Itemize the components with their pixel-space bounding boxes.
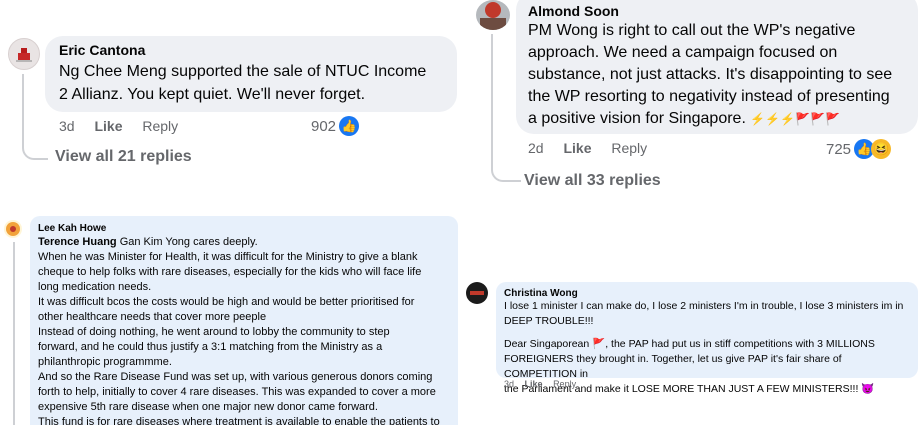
comment-line: cheque to help folks with rare diseases,… — [38, 266, 422, 278]
avatar[interactable] — [8, 38, 40, 70]
comment-line: DEEP TROUBLE!!! — [504, 315, 594, 327]
emoji-run: ⚡⚡⚡🚩🚩🚩 — [750, 112, 841, 126]
comment-time[interactable]: 3d — [59, 118, 75, 134]
comment-line: Instead of doing nothing, he went around… — [38, 326, 390, 338]
comment-author[interactable]: Christina Wong — [504, 288, 578, 299]
like-button[interactable]: Like — [563, 140, 591, 156]
reaction-count-value: 902 — [311, 117, 337, 135]
comment-text-line-5-row: a positive vision for Singapore. ⚡⚡⚡🚩🚩🚩 — [528, 110, 840, 128]
comment-text-line-1: PM Wong is right to call out the WP's ne… — [528, 22, 856, 39]
comment-author[interactable]: Lee Kah Howe — [38, 221, 106, 236]
comment-text-line-1: Ng Chee Meng supported the sale of NTUC … — [59, 63, 427, 80]
comment-actions: 3d Like Reply — [504, 379, 592, 389]
comment-text-line-2: 2 Allianz. You kept quiet. We'll never f… — [59, 86, 366, 103]
avatar-icon — [16, 48, 32, 62]
reaction-count[interactable]: 902 👍 — [311, 116, 360, 136]
comment-text-line-5: a positive vision for Singapore. — [528, 110, 746, 127]
comment-line: forth to help, initially to cover 4 rare… — [38, 386, 436, 398]
avatar-icon — [6, 222, 20, 236]
comment-author[interactable]: Almond Soon — [528, 3, 619, 19]
comment-line: Dear Singaporean 🚩, the PAP had put us i… — [504, 338, 875, 350]
avatar-icon — [467, 283, 487, 303]
comment-eric-cantona: Eric Cantona Ng Chee Meng supported the … — [0, 0, 470, 185]
reaction-count[interactable]: 725 👍 😆 — [826, 139, 892, 159]
comment-line: I lose 1 minister I can make do, I lose … — [504, 300, 904, 312]
haha-icon: 😆 — [871, 139, 892, 159]
comment-line: When he was Minister for Health, it was … — [38, 251, 418, 263]
comment-line: This fund is for rare diseases where tre… — [38, 416, 440, 425]
comment-line-1: Terence Huang Gan Kim Yong cares deeply. — [38, 236, 258, 248]
like-button[interactable]: Like — [525, 379, 543, 389]
thread-line — [13, 242, 15, 425]
reaction-count-value: 725 — [826, 140, 852, 158]
comment-christina-wong: Christina Wong I lose 1 minister I can m… — [462, 280, 920, 400]
comment-line: long medication needs. — [38, 281, 152, 293]
comment-almond-soon: Almond Soon PM Wong is right to call out… — [470, 0, 920, 200]
comment-line: other healthcare needs that cover more p… — [38, 311, 267, 323]
like-icon: 👍 — [339, 116, 360, 136]
comment-author[interactable]: Eric Cantona — [59, 42, 145, 58]
comment-text-line-2: approach. We need a campaign focused on — [528, 44, 838, 61]
comment-actions: 2d Like Reply — [528, 140, 663, 156]
comment-lee-kah-howe: Lee Kah Howe Terence Huang Gan Kim Yong … — [0, 210, 470, 425]
view-replies-link[interactable]: View all 33 replies — [524, 172, 661, 190]
reply-button[interactable]: Reply — [611, 140, 647, 156]
reply-button[interactable]: Reply — [553, 379, 576, 389]
comment-text-line-4: the WP resorting to negativity instead o… — [528, 88, 890, 105]
comment-body: Terence Huang Gan Kim Yong cares deeply.… — [38, 235, 456, 425]
avatar[interactable] — [4, 220, 22, 238]
view-replies-link[interactable]: View all 21 replies — [55, 148, 192, 166]
avatar[interactable] — [476, 0, 510, 30]
avatar-icon — [480, 2, 506, 30]
mention-link[interactable]: Terence Huang — [38, 236, 117, 248]
comment-actions: 3d Like Reply — [59, 118, 194, 134]
comment-time[interactable]: 3d — [504, 379, 514, 389]
comment-line: It was difficult bcos the costs would be… — [38, 296, 415, 308]
reply-button[interactable]: Reply — [142, 118, 178, 134]
like-button[interactable]: Like — [94, 118, 122, 134]
comment-text-line-3: substance, not just attacks. It's disapp… — [528, 66, 893, 83]
comment-line: philanthropic programmme. — [38, 356, 172, 368]
comment-line: expensive 5th rare disease when one majo… — [38, 401, 378, 413]
comment-line: forward, and he could thus justify a 3:1… — [38, 341, 383, 353]
avatar[interactable] — [466, 282, 488, 304]
comment-line: And so the Rare Disease Fund was set up,… — [38, 371, 433, 383]
comment-line: FOREIGNERS they brought in. Together, le… — [504, 353, 842, 380]
comment-time[interactable]: 2d — [528, 140, 544, 156]
